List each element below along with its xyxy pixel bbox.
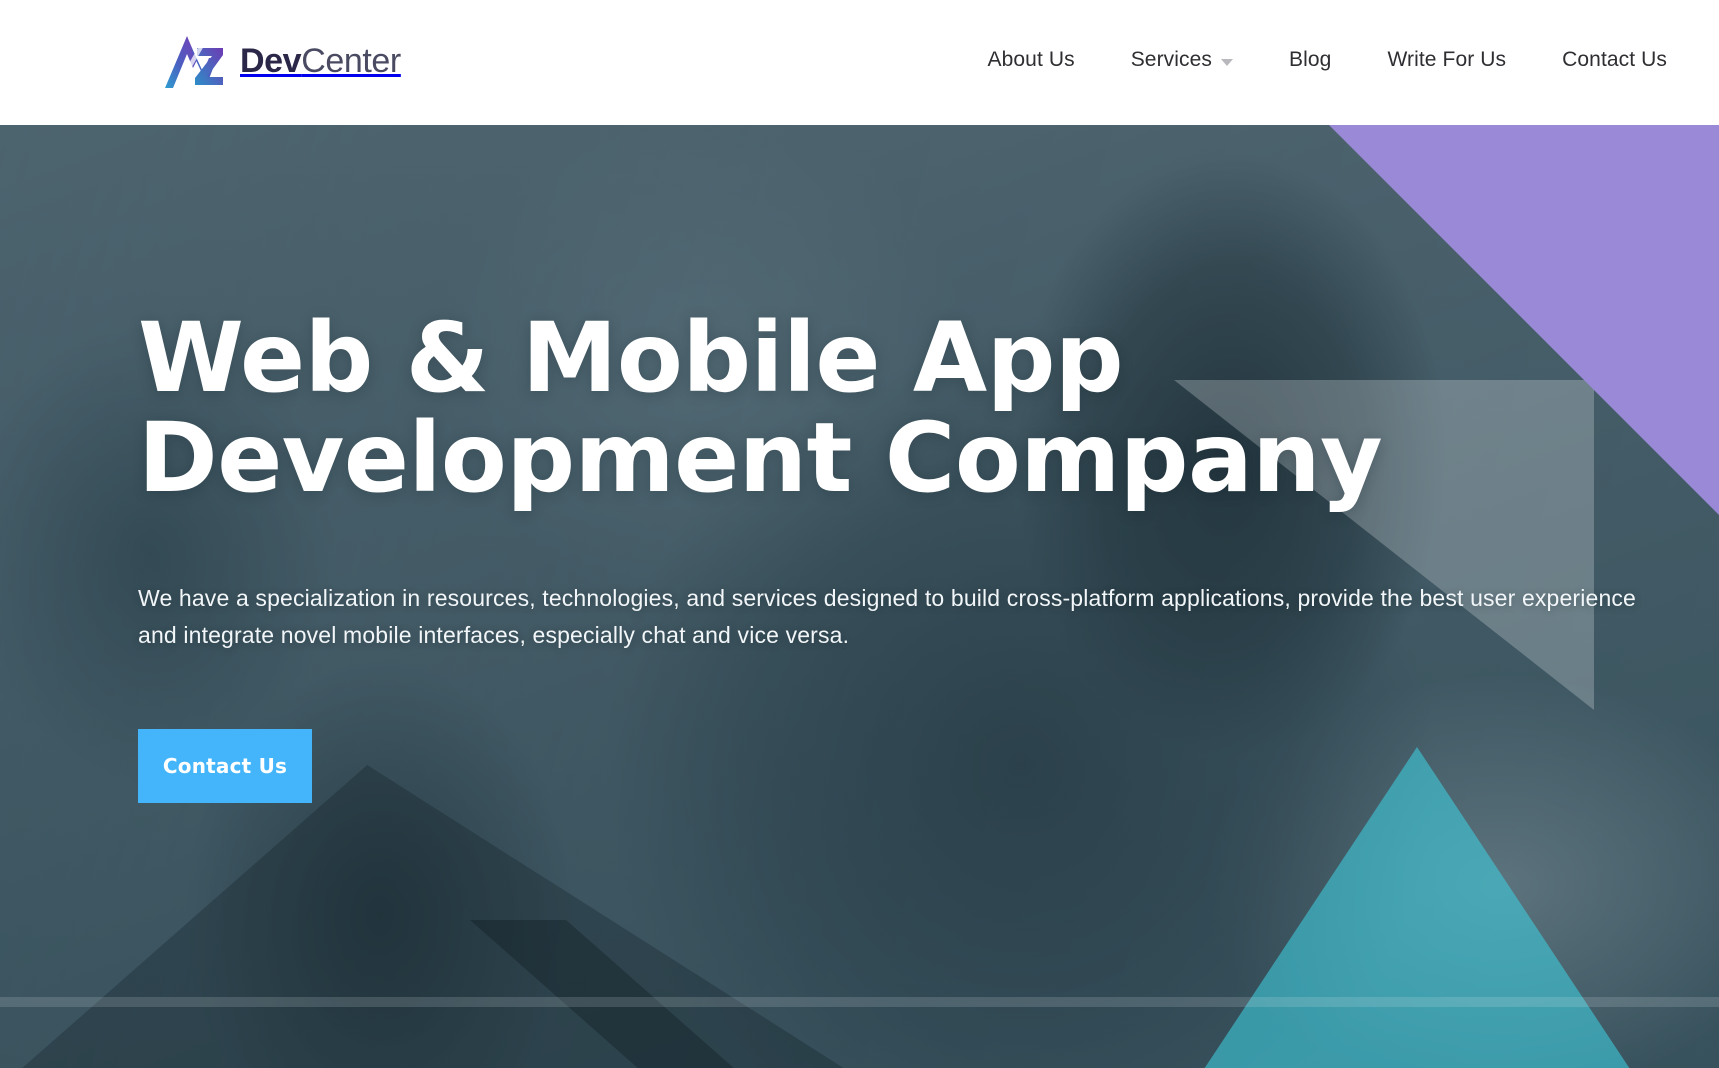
nav-item-contact-us[interactable]: Contact Us [1534,40,1719,80]
nav-label: About Us [987,48,1075,71]
nav-label: Write For Us [1387,48,1507,71]
decorative-band [0,997,1719,1007]
nav-label: Contact Us [1562,48,1667,71]
hero-contact-us-button[interactable]: Contact Us [138,729,312,803]
nav-label: Blog [1289,48,1332,71]
hero-paragraph-line-1: We have a specialization in resources, t… [138,585,1636,611]
hero-content: Web & Mobile App Development Company We … [138,308,1719,803]
nav-label: Services [1130,48,1213,71]
brand-name-bold: Dev [240,42,302,80]
hero-heading-line-1: Web & Mobile App [138,302,1124,414]
brand-name: DevCenter [240,44,401,78]
nav-item-about-us[interactable]: About Us [960,40,1103,80]
site-header: DevCenter About Us Services Blog Write F… [0,0,1719,125]
brand-logo[interactable]: DevCenter [163,30,401,92]
chevron-down-icon [1221,58,1234,66]
nav-item-blog[interactable]: Blog [1261,40,1359,80]
brand-name-light: Center [301,42,401,80]
hero-heading: Web & Mobile App Development Company [138,308,1719,508]
nav-item-services[interactable]: Services [1103,40,1261,80]
main-navigation: About Us Services Blog Write For Us Cont… [960,40,1719,80]
nav-item-write-for-us[interactable]: Write For Us [1359,40,1534,80]
mz-monogram-icon [165,32,223,88]
hero-paragraph-line-2: and integrate novel mobile interfaces, e… [138,622,850,648]
hero-heading-line-2: Development Company [138,402,1383,514]
hero-paragraph: We have a specialization in resources, t… [138,580,1719,654]
hero-section: Web & Mobile App Development Company We … [0,125,1719,1068]
